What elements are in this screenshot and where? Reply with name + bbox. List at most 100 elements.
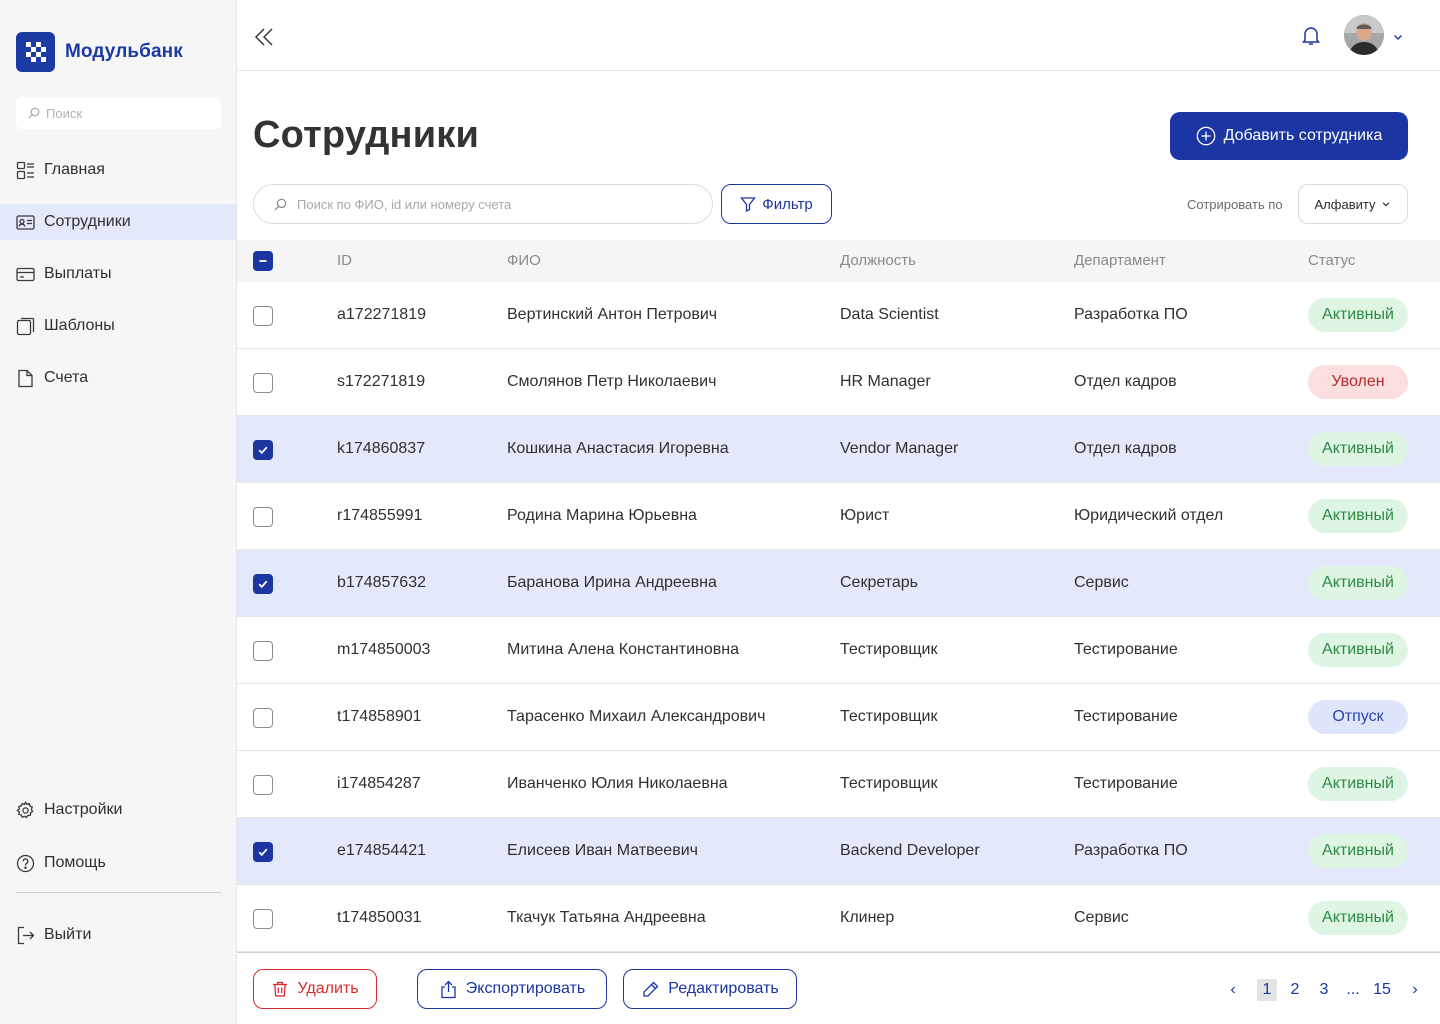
help-icon [16,854,35,872]
page-1[interactable]: 1 [1257,979,1277,1001]
column-header-status[interactable]: Статус [1308,252,1355,269]
table-row[interactable]: t174858901 Тарасенко Михаил Александрови… [237,684,1440,751]
logout-button[interactable]: Выйти [0,917,236,953]
filter-label: Фильтр [762,195,813,213]
delete-button[interactable]: Удалить [253,969,377,1009]
prev-page-button[interactable]: ‹ [1222,979,1244,1001]
cell-id: m174850003 [337,641,431,658]
cell-name: Иванченко Юлия Николаевна [507,775,728,792]
row-checkbox[interactable] [253,842,273,862]
secondary-nav: Настройки Помощь [0,792,236,881]
logout-icon [17,926,35,944]
check-icon [258,580,268,589]
status-badge: Активный [1308,499,1408,533]
row-checkbox[interactable] [253,641,273,661]
add-employee-button[interactable]: Добавить сотрудника [1170,112,1408,160]
check-icon [258,446,268,455]
cell-position: Тестировщик [840,708,938,725]
cell-id: b174857632 [337,574,426,591]
cell-department: Сервис [1074,574,1129,591]
account-menu-toggle[interactable] [1392,30,1404,48]
page-2[interactable]: 2 [1284,979,1306,1001]
sidebar-item-help[interactable]: Помощь [0,845,236,881]
cell-name: Елисеев Иван Матвеевич [507,842,698,859]
sidebar-item-label: Шаблоны [44,317,115,334]
cell-position: Тестировщик [840,775,938,792]
row-checkbox[interactable] [253,373,273,393]
cell-department: Разработка ПО [1074,842,1188,859]
cell-id: t174850031 [337,909,422,926]
select-all-checkbox[interactable] [253,251,273,271]
sidebar-item-templates[interactable]: Шаблоны [0,308,236,344]
edit-button[interactable]: Редактировать [623,969,797,1009]
edit-label: Редактировать [668,980,779,997]
notifications-button[interactable] [1300,24,1322,51]
page-title: Сотрудники [253,114,480,156]
sidebar-search[interactable] [16,97,221,129]
column-header-name[interactable]: ФИО [507,252,541,269]
sidebar-search-input[interactable] [46,105,216,121]
search-icon [274,198,287,210]
cell-department: Отдел кадров [1074,373,1177,390]
minus-icon [259,260,267,262]
row-checkbox[interactable] [253,574,273,594]
cell-position: Backend Developer [840,842,980,859]
filter-button[interactable]: Фильтр [721,184,832,224]
row-checkbox[interactable] [253,708,273,728]
sort-select[interactable]: Алфавиту [1298,184,1408,224]
row-checkbox[interactable] [253,507,273,527]
cell-position: HR Manager [840,373,931,390]
table-row[interactable]: i174854287 Иванченко Юлия Николаевна Тес… [237,751,1440,818]
logout-label: Выйти [44,926,92,943]
sidebar-item-payouts[interactable]: Выплаты [0,256,236,292]
cell-name: Родина Марина Юрьевна [507,507,697,524]
page-3[interactable]: 3 [1313,979,1335,1001]
sidebar-item-home[interactable]: Главная [0,152,236,188]
column-header-position[interactable]: Должность [840,252,916,269]
status-badge: Активный [1308,633,1408,667]
bell-icon [1302,27,1320,45]
add-employee-label: Добавить сотрудника [1223,127,1383,144]
collapse-sidebar-button[interactable] [251,24,277,50]
employees-icon [16,214,35,230]
sidebar-item-employees[interactable]: Сотрудники [0,204,236,240]
table-row[interactable]: m174850003 Митина Алена Константиновна Т… [237,617,1440,684]
sidebar-item-settings[interactable]: Настройки [0,792,236,828]
cell-name: Смолянов Петр Николаевич [507,373,717,390]
table-row[interactable]: e174854421 Елисеев Иван Матвеевич Backen… [237,818,1440,885]
cell-position: Секретарь [840,574,918,591]
row-checkbox[interactable] [253,775,273,795]
table-row[interactable]: r174855991 Родина Марина Юрьевна Юрист Ю… [237,483,1440,550]
cell-position: Тестировщик [840,641,938,658]
table-row[interactable]: a172271819 Вертинский Антон Петрович Dat… [237,282,1440,349]
table-row[interactable]: s172271819 Смолянов Петр Николаевич HR M… [237,349,1440,416]
cell-department: Сервис [1074,909,1129,926]
cell-department: Отдел кадров [1074,440,1177,457]
row-checkbox[interactable] [253,440,273,460]
pagination: ‹ 1 2 3 ... 15 › [1219,979,1429,1001]
sidebar-item-label: Сотрудники [44,213,131,230]
avatar[interactable] [1344,15,1384,55]
cell-name: Баранова Ирина Андреевна [507,574,717,591]
table-row[interactable]: b174857632 Баранова Ирина Андреевна Секр… [237,550,1440,617]
sidebar: Модульбанк Главная Сотрудники Выплаты Ша… [0,0,237,1024]
column-header-department[interactable]: Департамент [1074,252,1166,269]
brand[interactable]: Модульбанк [16,32,183,72]
column-header-id[interactable]: ID [337,252,352,269]
cell-name: Кошкина Анастасия Игоревна [507,440,729,457]
sidebar-item-accounts[interactable]: Счета [0,360,236,396]
row-checkbox[interactable] [253,306,273,326]
employee-search-input[interactable] [297,196,697,212]
main-nav: Главная Сотрудники Выплаты Шаблоны Счета [0,152,236,396]
export-label: Экспортировать [465,980,586,997]
next-page-button[interactable]: › [1404,979,1426,1001]
table-row[interactable]: t174850031 Ткачук Татьяна Андреевна Клин… [237,885,1440,952]
row-checkbox[interactable] [253,909,273,929]
gear-icon [16,800,34,818]
employee-search[interactable] [253,184,713,224]
page-last[interactable]: 15 [1371,979,1393,1001]
sidebar-item-label: Настройки [44,801,123,818]
export-button[interactable]: Экспортировать [417,969,607,1009]
status-badge: Активный [1308,834,1408,868]
table-row[interactable]: k174860837 Кошкина Анастасия Игоревна Ve… [237,416,1440,483]
